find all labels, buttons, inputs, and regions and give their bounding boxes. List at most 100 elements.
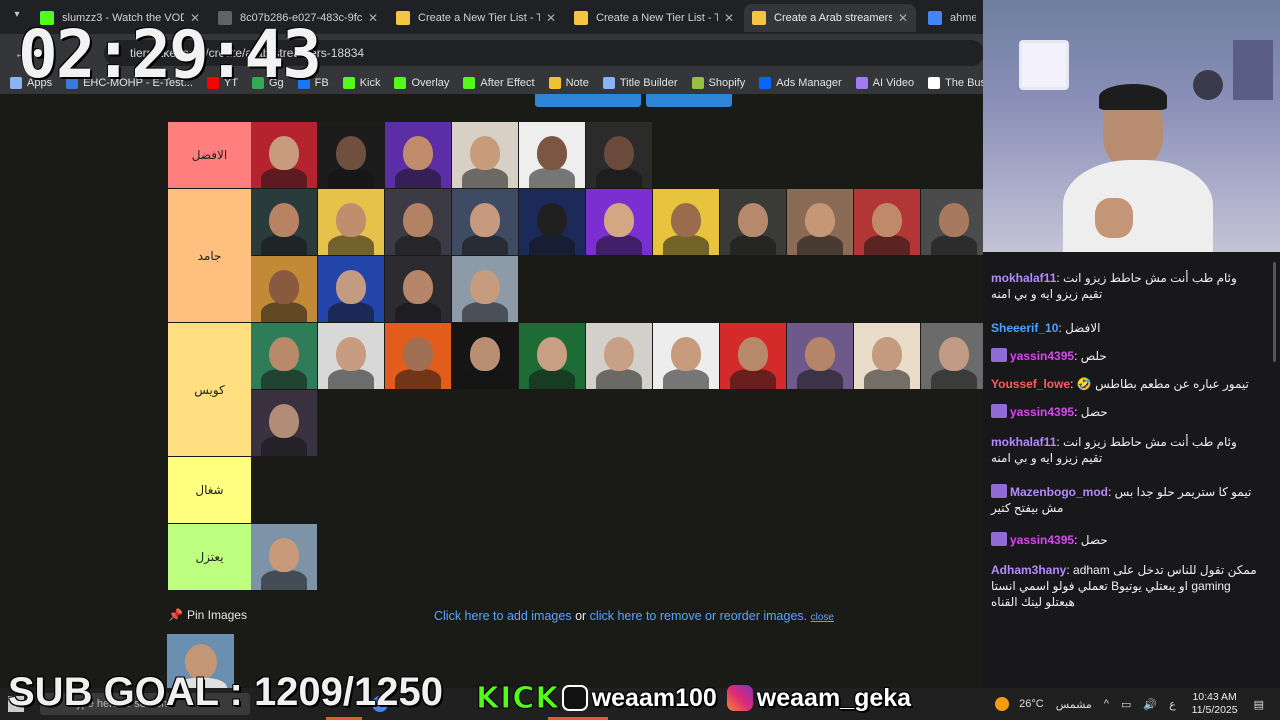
download-button[interactable] [646, 94, 732, 107]
clock[interactable]: 10:43 AM 11/5/2025 [1192, 691, 1238, 717]
tab-5[interactable]: Create a Arab streamers Ti ✕ [744, 4, 916, 32]
streamer-thumbnail[interactable] [385, 256, 451, 322]
tier-row: شغال [168, 457, 988, 524]
bookmark-label: Shopify [708, 77, 746, 89]
streamer-thumbnail[interactable] [854, 323, 920, 389]
streamer-thumbnail[interactable] [318, 189, 384, 255]
streamer-thumbnail[interactable] [452, 256, 518, 322]
streamer-thumbnail[interactable] [385, 189, 451, 255]
battery-icon[interactable]: ▭ [1121, 698, 1131, 711]
bookmark-13[interactable]: AI Video [855, 77, 914, 89]
tier-list: الافضل جامد كويس شغال يعتزل [168, 122, 988, 591]
streamer-thumbnail[interactable] [251, 189, 317, 255]
avatar [939, 337, 969, 371]
bookmark-favicon-icon [691, 77, 704, 89]
streamer-thumbnail[interactable] [251, 524, 317, 590]
streamer-thumbnail[interactable] [586, 122, 652, 188]
tier-drop-zone[interactable] [251, 189, 988, 322]
chat-username[interactable]: Youssef_lowe [991, 377, 1070, 391]
streamer-thumbnail[interactable] [854, 189, 920, 255]
close-tab-icon[interactable]: ✕ [368, 11, 378, 25]
save-button[interactable] [535, 94, 641, 107]
tier-label[interactable]: كويس [168, 323, 251, 456]
chat-username[interactable]: yassin4395 [1010, 405, 1074, 419]
bookmark-6[interactable]: Kick [342, 77, 380, 89]
streamer-thumbnail[interactable] [519, 122, 585, 188]
weather-temp[interactable]: 26°C [1019, 698, 1044, 710]
chat-username[interactable]: mokhalaf11 [991, 271, 1056, 285]
streamer-thumbnail[interactable] [720, 323, 786, 389]
streamer-thumbnail[interactable] [385, 122, 451, 188]
bookmark-7[interactable]: Overlay [394, 77, 449, 89]
tier-drop-zone[interactable] [251, 457, 988, 523]
chat-message: mokhalaf11: وئام طب أنت مش حاطط زيزو انت… [991, 434, 1260, 466]
tab-6[interactable]: ahmeds [920, 4, 984, 32]
chat-username[interactable]: Mazenbogo_mod [1010, 485, 1108, 499]
subscriber-badge-icon [991, 404, 1007, 418]
streamer-thumbnail[interactable] [452, 189, 518, 255]
tab-3[interactable]: Create a New Tier List - Tie ✕ [388, 4, 564, 32]
streamer-thumbnail[interactable] [787, 323, 853, 389]
streamer-thumbnail[interactable] [519, 189, 585, 255]
bookmark-11[interactable]: Shopify [691, 77, 746, 89]
notification-icon[interactable]: ▤ [1254, 698, 1264, 711]
tier-label[interactable]: شغال [168, 457, 251, 523]
chat-username[interactable]: Sheeerif_10 [991, 321, 1058, 335]
tier-drop-zone[interactable] [251, 323, 988, 456]
avatar [872, 337, 902, 371]
chevron-up-icon[interactable]: ^ [1104, 698, 1109, 710]
avatar [470, 270, 500, 304]
streamer-thumbnail[interactable] [251, 122, 317, 188]
streamer-thumbnail[interactable] [318, 256, 384, 322]
streamer-thumbnail[interactable] [452, 323, 518, 389]
streamer-thumbnail[interactable] [318, 323, 384, 389]
tier-drop-zone[interactable] [251, 122, 988, 188]
remove-images-link[interactable]: click here to remove or reorder images. [590, 609, 807, 623]
tab-4[interactable]: Create a New Tier List - Tie ✕ [566, 4, 742, 32]
streamer-thumbnail[interactable] [653, 323, 719, 389]
avatar [328, 168, 374, 188]
streamer-thumbnail[interactable] [318, 122, 384, 188]
close-tab-icon[interactable]: ✕ [546, 11, 556, 25]
volume-icon[interactable]: 🔊 [1143, 698, 1157, 711]
close-link[interactable]: close [811, 612, 834, 623]
tier-drop-zone[interactable] [251, 524, 988, 590]
chat-username[interactable]: mokhalaf11 [991, 435, 1056, 449]
streamer-thumbnail[interactable] [251, 323, 317, 389]
bookmark-12[interactable]: Ads Manager [759, 77, 842, 89]
chat-username[interactable]: Adham3hany [991, 563, 1066, 577]
streamer-thumbnail[interactable] [787, 189, 853, 255]
streamer-thumbnail[interactable] [586, 323, 652, 389]
avatar [395, 369, 441, 389]
streamer-thumbnail[interactable] [519, 323, 585, 389]
date: 11/5/2025 [1191, 704, 1238, 716]
tier-label[interactable]: الافضل [168, 122, 251, 188]
tier-label[interactable]: جامد [168, 189, 251, 322]
bookmark-9[interactable]: Note [548, 77, 589, 89]
chat-message: yassin4395: حصل [991, 404, 1260, 420]
streamer-thumbnail[interactable] [251, 256, 317, 322]
streamer-thumbnail[interactable] [653, 189, 719, 255]
streamer-thumbnail[interactable] [720, 189, 786, 255]
chat-scrollbar[interactable] [1273, 262, 1276, 362]
streamer-thumbnail[interactable] [385, 323, 451, 389]
close-tab-icon[interactable]: ✕ [724, 11, 734, 25]
bookmark-8[interactable]: After Effect [463, 77, 535, 89]
chat-username[interactable]: yassin4395 [1010, 533, 1074, 547]
chat-username[interactable]: yassin4395 [1010, 349, 1074, 363]
streamer-thumbnail[interactable] [452, 122, 518, 188]
avatar [403, 270, 433, 304]
close-tab-icon[interactable]: ✕ [898, 11, 908, 25]
language-indicator[interactable]: ع [1169, 698, 1176, 711]
chat-separator: : [1074, 405, 1081, 419]
streamer-thumbnail[interactable] [251, 390, 317, 456]
streamer-thumbnail[interactable] [921, 323, 987, 389]
bookmark-10[interactable]: Title Builder [602, 77, 678, 89]
streamer-thumbnail[interactable] [921, 189, 987, 255]
add-images-link[interactable]: Click here to add images [434, 609, 572, 623]
subscriber-badge-icon [991, 484, 1007, 498]
bookmark-favicon-icon [928, 77, 941, 89]
pin-images-label[interactable]: 📌 Pin Images [168, 608, 247, 622]
tier-label[interactable]: يعتزل [168, 524, 251, 590]
streamer-thumbnail[interactable] [586, 189, 652, 255]
